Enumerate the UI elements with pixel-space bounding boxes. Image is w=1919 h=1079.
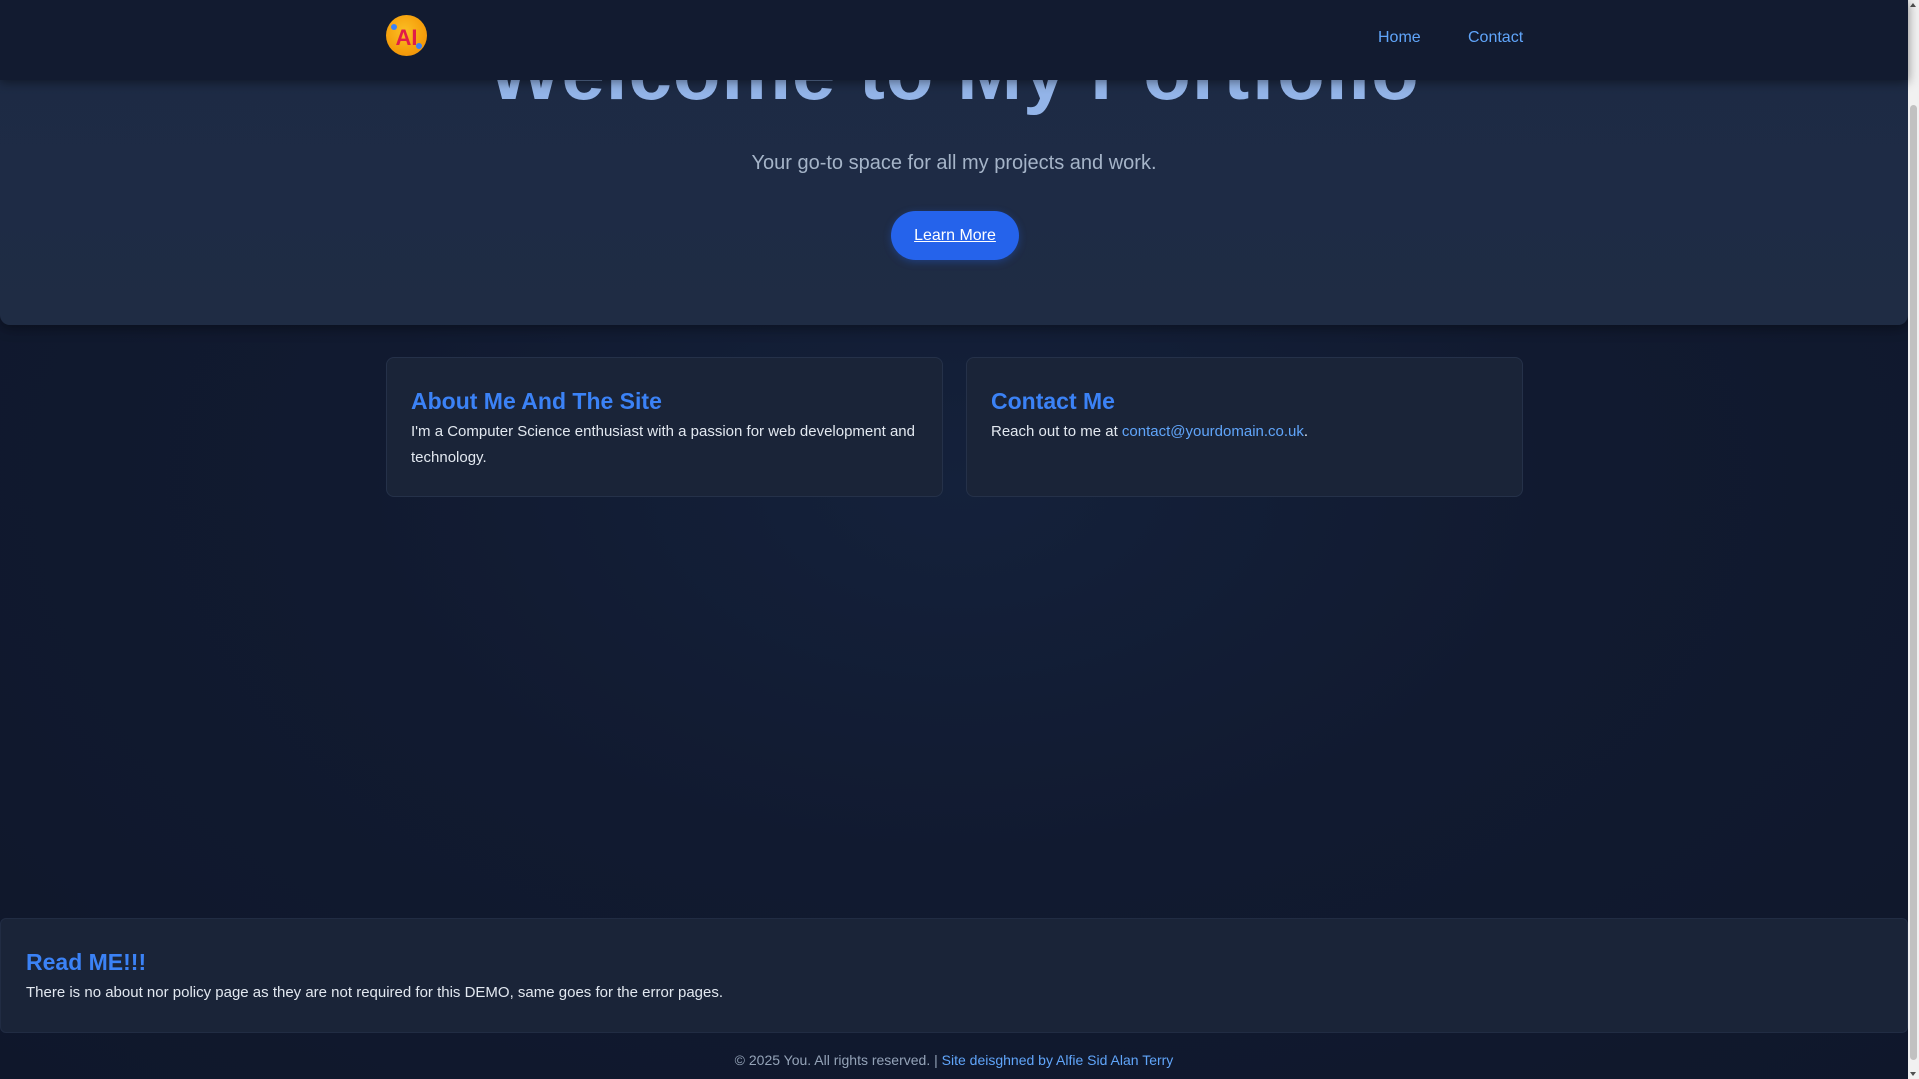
scroll-up-arrow-icon[interactable] bbox=[1910, 3, 1916, 7]
readme-title: Read ME!!! bbox=[26, 949, 147, 975]
hero-subtitle: Your go-to space for all my projects and… bbox=[751, 152, 1157, 174]
scrollbar-thumb[interactable] bbox=[1910, 105, 1917, 1060]
about-card-title: About Me And The Site bbox=[411, 388, 662, 414]
scroll-down-arrow-icon[interactable] bbox=[1910, 1072, 1916, 1076]
readme-section: Read ME!!! There is no about nor policy … bbox=[0, 918, 1908, 1033]
ai-logo-icon[interactable]: AI bbox=[386, 15, 427, 56]
contact-text-prefix: Reach out to me at bbox=[991, 423, 1122, 440]
svg-text:AI: AI bbox=[396, 25, 418, 50]
contact-text-suffix: . bbox=[1303, 423, 1309, 440]
footer-credit-link[interactable]: Site deisghned by Alfie Sid Alan Terry bbox=[942, 1052, 1174, 1068]
contact-email-link[interactable]: contact@yourdomain.co.uk bbox=[1122, 423, 1304, 440]
about-card-text: I'm a Computer Science enthusiast with a… bbox=[411, 423, 915, 466]
top-navbar: AI Home Contact bbox=[0, 0, 1908, 80]
nav-link-home[interactable]: Home bbox=[1378, 29, 1421, 47]
contact-card-text: Reach out to me at contact@yourdomain.co… bbox=[991, 419, 1498, 445]
learn-more-button[interactable]: Learn More bbox=[891, 211, 1019, 260]
readme-text: There is no about nor policy page as the… bbox=[26, 984, 724, 1001]
nav-link-contact[interactable]: Contact bbox=[1468, 29, 1523, 47]
contact-card-title: Contact Me bbox=[991, 388, 1115, 414]
contact-card: Contact Me Reach out to me at contact@yo… bbox=[966, 357, 1523, 497]
about-card: About Me And The Site I'm a Computer Sci… bbox=[386, 357, 943, 497]
footer-copyright: © 2025 You. All rights reserved. | bbox=[734, 1052, 942, 1068]
footer: © 2025 You. All rights reserved. | Site … bbox=[0, 1050, 1908, 1070]
vertical-scrollbar[interactable] bbox=[1908, 0, 1919, 1079]
